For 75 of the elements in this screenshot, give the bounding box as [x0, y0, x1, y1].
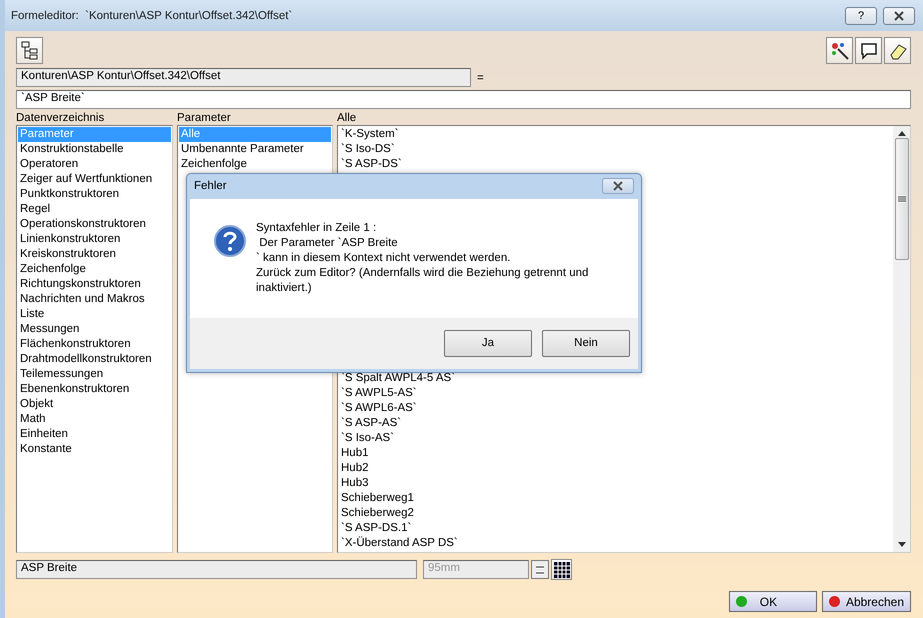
path-field: Konturen\ASP Kontur\Offset.342\Offset — [16, 68, 471, 87]
window-title: Formeleditor: `Konturen\ASP Kontur\Offset.342\Offset` — [11, 10, 294, 22]
list-item[interactable]: Umbenannte Parameter — [179, 142, 331, 157]
list-item[interactable]: `S Iso-DS` — [339, 142, 892, 157]
equals-sign: = — [477, 72, 484, 84]
close-icon — [893, 10, 905, 20]
list-item[interactable]: `S AWPL6-AS` — [339, 401, 892, 416]
wand-icon — [830, 40, 850, 60]
list-heading: Parameter — [177, 111, 232, 125]
scroll-up-arrow-icon[interactable] — [898, 131, 906, 136]
list-item[interactable]: Operatoren — [18, 157, 171, 172]
list-item[interactable]: Liste — [18, 307, 171, 322]
dialog-message: Zurück zum Editor? (Andernfalls wird die Beziehung getrennt und inaktiviert.) — [256, 266, 590, 296]
list-item[interactable]: Punktkonstruktoren — [18, 187, 171, 202]
toolbar-button[interactable] — [884, 37, 911, 64]
list-item[interactable]: Objekt — [18, 397, 171, 412]
toolbar-button[interactable] — [855, 37, 882, 64]
list-item[interactable]: Linienkonstruktoren — [18, 232, 171, 247]
list-item[interactable]: Zeiger auf Wertfunktionen — [18, 172, 171, 187]
list-item[interactable]: Hub1 — [339, 446, 892, 461]
list-item[interactable]: Math — [18, 412, 171, 427]
close-button[interactable] — [602, 178, 634, 194]
grip-icon — [898, 196, 906, 202]
list-item[interactable]: Einheiten — [18, 427, 171, 442]
list-item[interactable]: Flächenkonstruktoren — [18, 337, 171, 352]
cancel-button[interactable]: Abbrechen — [822, 591, 911, 612]
list-item[interactable]: `S AWPL5-AS` — [339, 386, 892, 401]
question-icon — [214, 224, 246, 257]
list-item[interactable]: Operationskonstruktoren — [18, 217, 171, 232]
scroll-down-arrow-icon[interactable] — [898, 542, 906, 547]
table-button[interactable] — [551, 559, 572, 580]
list-item[interactable]: Ebenenkonstruktoren — [18, 382, 171, 397]
toolbar-button[interactable] — [826, 37, 853, 64]
list-item[interactable]: `K-System` — [339, 127, 892, 142]
no-button[interactable]: Nein — [542, 330, 630, 357]
list-item[interactable]: `S Spalt AWPL4-5 AS` — [339, 371, 892, 386]
list-item[interactable]: Richtungskonstruktoren — [18, 277, 171, 292]
parameter-name-field: ASP Breite — [16, 560, 417, 579]
scrollbar[interactable] — [893, 126, 910, 552]
tree-view-button[interactable] — [16, 37, 43, 64]
list-item[interactable]: `S ASP-AS` — [339, 416, 892, 431]
list-item[interactable]: Konstruktionstabelle — [18, 142, 171, 157]
list-item[interactable]: Nachrichten und Makros — [18, 292, 171, 307]
list-heading: Datenverzeichnis — [16, 111, 106, 125]
list-item[interactable]: Hub3 — [339, 476, 892, 491]
dialog-title: Fehler — [194, 180, 227, 192]
list-item[interactable]: `S ASP-DS.1` — [339, 521, 892, 536]
list-item[interactable]: Zeichenfolge — [179, 157, 331, 172]
list-item[interactable]: Konstante — [18, 442, 171, 457]
list-item[interactable]: Drahtmodellkonstruktoren — [18, 352, 171, 367]
formula-field[interactable]: `ASP Breite` — [16, 90, 911, 109]
speech-bubble-icon — [858, 40, 878, 60]
scroll-thumb[interactable] — [894, 138, 908, 260]
list-item[interactable]: Schieberweg1 — [339, 491, 892, 506]
dialog-message: ` kann in diesem Kontext nicht verwendet werden. — [256, 250, 512, 266]
list-item[interactable]: Messungen — [18, 322, 171, 337]
list-item[interactable]: Hub2 — [339, 461, 892, 476]
ok-button[interactable]: OK — [728, 591, 817, 612]
list-item[interactable]: Schieberweg2 — [339, 506, 892, 521]
list-item[interactable]: `S ASP-DS` — [339, 157, 892, 172]
close-icon — [612, 181, 624, 192]
list-item[interactable]: Kreiskonstruktoren — [18, 247, 171, 262]
help-button[interactable]: ? — [845, 6, 877, 24]
dialog-message: Syntaxfehler in Zeile 1 : — [256, 220, 378, 236]
list-item[interactable]: Regel — [18, 202, 171, 217]
dialog-message: Der Parameter `ASP Breite — [258, 236, 399, 251]
tree-icon — [20, 40, 40, 62]
list-item[interactable]: `X-Überstand ASP DS` — [339, 536, 892, 551]
close-button[interactable] — [883, 6, 915, 24]
list-item[interactable]: Teilemessungen — [18, 367, 171, 382]
list-item[interactable]: Zeichenfolge — [18, 262, 171, 277]
yes-button[interactable]: Ja — [444, 330, 532, 357]
spinner[interactable] — [531, 560, 549, 579]
list-item[interactable]: `S Iso-AS` — [339, 431, 892, 446]
list-heading: Alle — [337, 111, 358, 125]
